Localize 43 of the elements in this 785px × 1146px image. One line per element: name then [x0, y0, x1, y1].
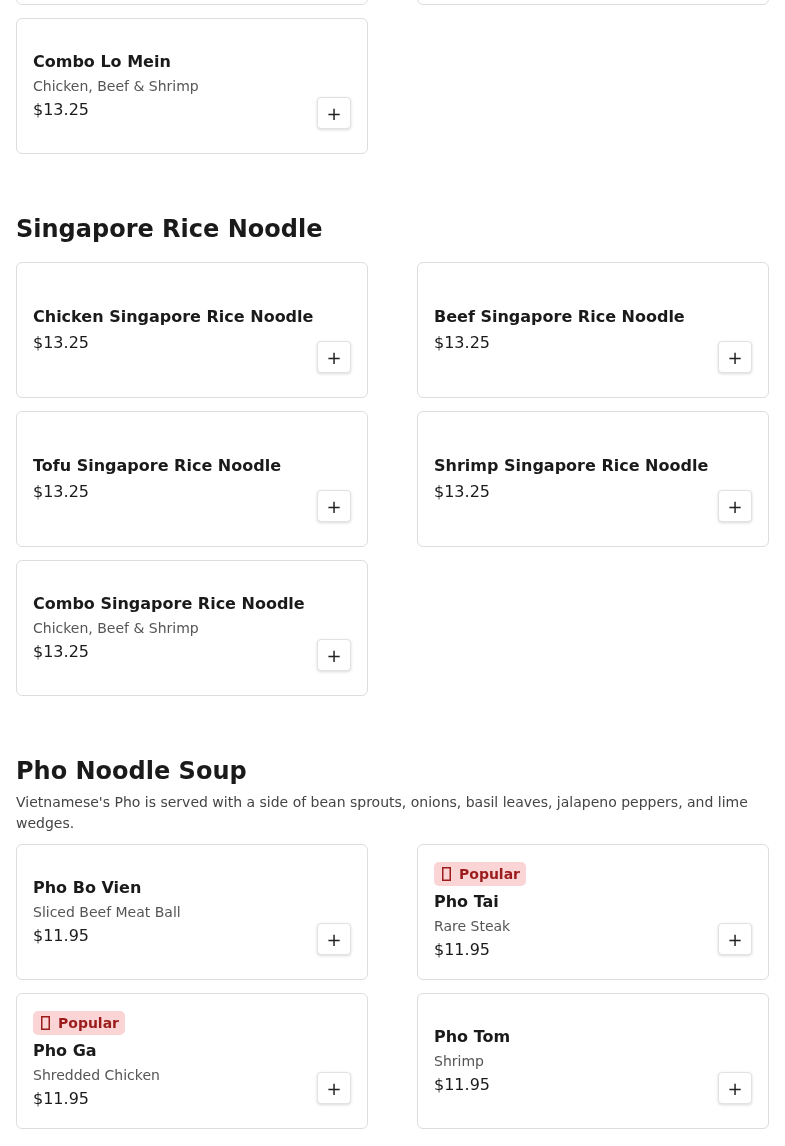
dish-price: $13.25	[33, 332, 89, 354]
dish-name: Pho Tom	[434, 1026, 511, 1048]
dish-price: $13.25	[33, 481, 89, 503]
dish-price: $11.95	[33, 925, 89, 947]
add-button[interactable]: +	[317, 341, 351, 373]
glyph-icon	[442, 867, 451, 881]
dish-name: Combo Singapore Rice Noodle	[33, 593, 305, 615]
add-button[interactable]: +	[718, 490, 752, 522]
dish-description: Shrimp	[434, 1052, 484, 1071]
add-button[interactable]: +	[718, 1072, 752, 1104]
dish-description: Sliced Beef Meat Ball	[33, 903, 181, 922]
dish-price: $11.95	[33, 1088, 89, 1110]
dish-price: $13.25	[33, 99, 89, 121]
add-button[interactable]: +	[317, 639, 351, 671]
dish-description: Chicken, Beef & Shrimp	[33, 619, 199, 638]
badge-label: Popular	[459, 866, 521, 882]
dish-description: Rare Steak	[434, 917, 511, 936]
add-button[interactable]: +	[317, 490, 351, 522]
add-button[interactable]: +	[718, 923, 752, 955]
dish-price: $11.95	[434, 1074, 490, 1096]
dish-price: $11.95	[434, 939, 490, 961]
dish-name: Pho Ga	[33, 1040, 97, 1062]
dish-description: Shredded Chicken	[33, 1066, 160, 1085]
section-title: Singapore Rice Noodle	[16, 214, 324, 244]
badge-label: Popular	[58, 1015, 120, 1031]
dish-name: Combo Lo Mein	[33, 51, 171, 73]
section-title: Pho Noodle Soup	[16, 756, 248, 786]
add-button[interactable]: +	[718, 341, 752, 373]
dish-name: Tofu Singapore Rice Noodle	[33, 455, 281, 477]
dish-name: Shrimp Singapore Rice Noodle	[434, 455, 709, 477]
dish-name: Pho Bo Vien	[33, 877, 142, 899]
add-button[interactable]: +	[317, 97, 351, 129]
section-note: Vietnamese's Pho is served with a side of bean sprouts, onions, basil leaves, jalapeno peppers, and lime wedges.	[16, 793, 749, 833]
dish-name: Pho Tai	[434, 891, 499, 913]
dish-name: Beef Singapore Rice Noodle	[434, 306, 685, 328]
add-button[interactable]: +	[317, 923, 351, 955]
dish-price: $13.25	[434, 332, 490, 354]
dish-price: $13.25	[434, 481, 490, 503]
glyph-icon	[41, 1016, 50, 1030]
add-button[interactable]: +	[317, 1072, 351, 1104]
dish-name: Chicken Singapore Rice Noodle	[33, 306, 314, 328]
dish-description: Chicken, Beef & Shrimp	[33, 77, 199, 96]
dish-price: $13.25	[33, 641, 89, 663]
